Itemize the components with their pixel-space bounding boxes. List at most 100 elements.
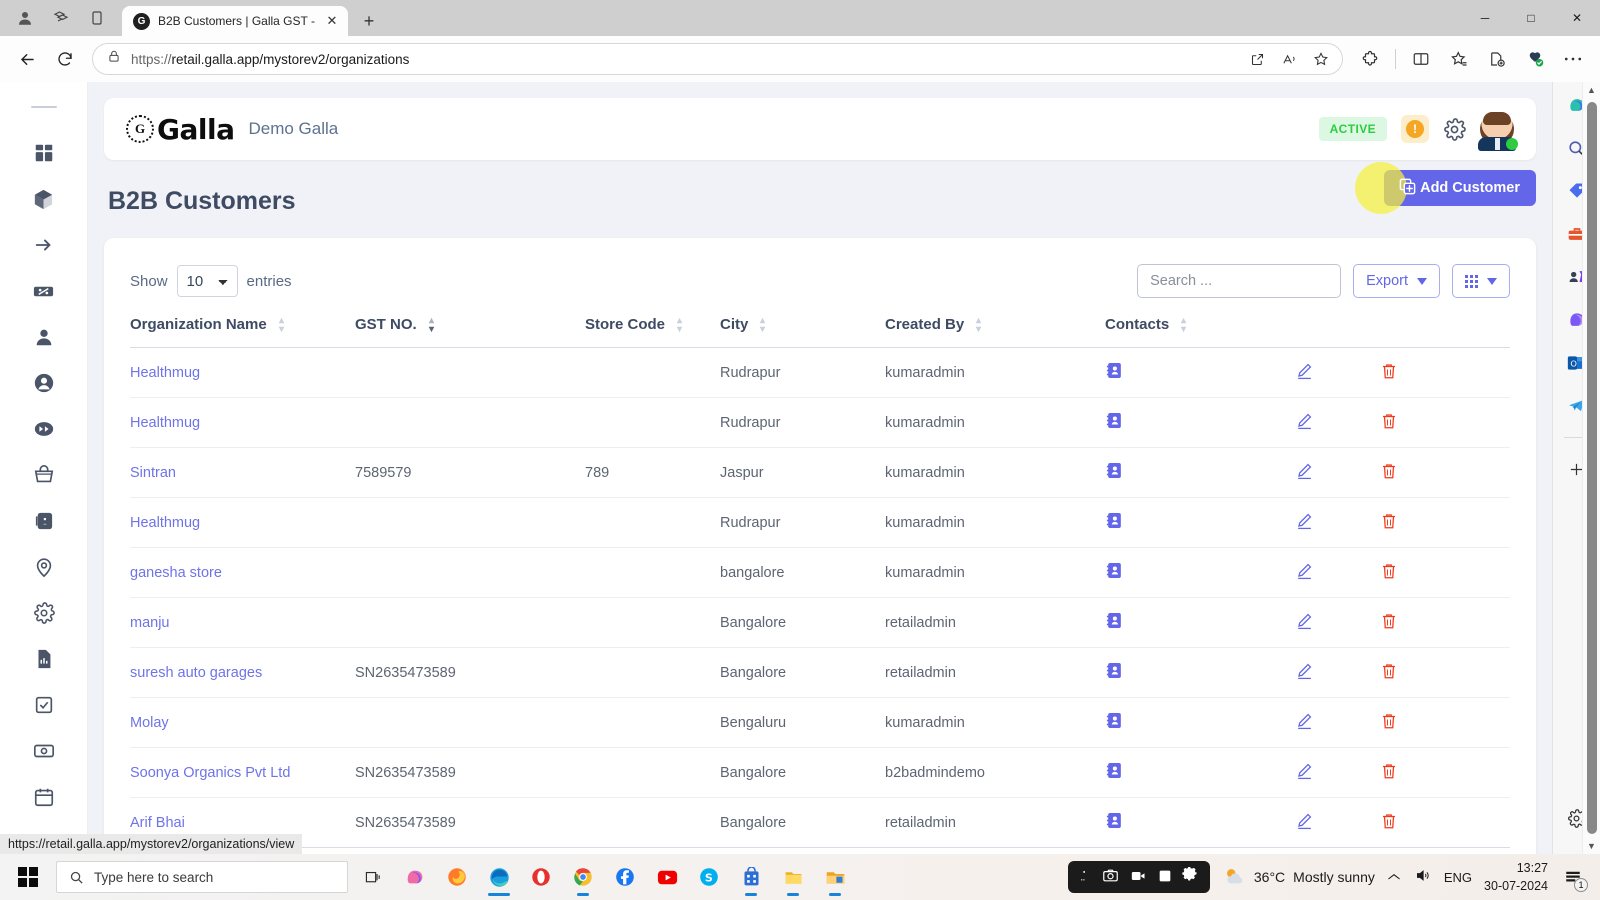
back-arrow-icon[interactable]	[10, 42, 44, 76]
edit-icon[interactable]	[1295, 411, 1314, 430]
delete-icon[interactable]	[1380, 612, 1398, 630]
delete-icon[interactable]	[1380, 812, 1398, 830]
column-visibility-button[interactable]	[1452, 264, 1510, 298]
contacts-icon[interactable]	[1105, 611, 1124, 630]
edit-icon[interactable]	[1295, 561, 1314, 580]
organization-link[interactable]: Healthmug	[130, 365, 200, 381]
sidebar-item-discounts[interactable]	[21, 268, 67, 314]
organization-link[interactable]: manju	[130, 615, 170, 631]
tab-actions-icon[interactable]	[86, 7, 108, 29]
user-avatar[interactable]	[1478, 112, 1518, 151]
export-button[interactable]: Export	[1353, 264, 1440, 298]
sidebar-item-settings[interactable]	[21, 590, 67, 636]
delete-icon[interactable]	[1380, 562, 1398, 580]
delete-icon[interactable]	[1380, 362, 1398, 380]
new-tab-button[interactable]: +	[354, 6, 384, 36]
search-input[interactable]	[1137, 264, 1342, 298]
store-icon[interactable]	[734, 857, 768, 897]
address-bar[interactable]: https://retail.galla.app/mystorev2/organ…	[92, 43, 1343, 75]
extensions-icon[interactable]	[1353, 42, 1387, 76]
organization-link[interactable]: Sintran	[130, 465, 176, 481]
delete-icon[interactable]	[1380, 412, 1398, 430]
delete-icon[interactable]	[1380, 512, 1398, 530]
capture-menu-icon[interactable]	[1079, 869, 1092, 886]
start-button[interactable]	[8, 857, 48, 897]
organization-link[interactable]: Healthmug	[130, 515, 200, 531]
reload-icon[interactable]	[48, 42, 82, 76]
open-in-app-icon[interactable]	[1242, 45, 1272, 73]
settings-icon[interactable]	[1182, 866, 1199, 887]
close-window-button[interactable]: ✕	[1554, 0, 1600, 36]
contacts-icon[interactable]	[1105, 361, 1124, 380]
delete-icon[interactable]	[1380, 662, 1398, 680]
sidebar-item-contacts[interactable]	[21, 498, 67, 544]
settings-gear-icon[interactable]	[1443, 117, 1466, 141]
taskbar-search[interactable]: Type here to search	[56, 861, 348, 893]
organization-link[interactable]: Healthmug	[130, 415, 200, 431]
alert-button[interactable]: !	[1401, 115, 1429, 143]
add-to-favorites-icon[interactable]	[1480, 42, 1514, 76]
task-view-icon[interactable]	[356, 857, 390, 897]
taskbar-clock[interactable]: 13:27 30-07-2024	[1484, 859, 1548, 895]
organization-link[interactable]: ganesha store	[130, 565, 222, 581]
split-screen-icon[interactable]	[1404, 42, 1438, 76]
file-explorer-icon[interactable]	[818, 857, 852, 897]
video-icon[interactable]	[1129, 868, 1148, 887]
favorite-star-icon[interactable]	[1306, 45, 1336, 73]
edit-icon[interactable]	[1295, 661, 1314, 680]
sidebar-item-transfer[interactable]	[21, 222, 67, 268]
contacts-icon[interactable]	[1105, 511, 1124, 530]
sidebar-item-locations[interactable]	[21, 544, 67, 590]
opera-icon[interactable]	[524, 857, 558, 897]
column-header-organization-name[interactable]: Organization Name	[130, 316, 355, 348]
contacts-icon[interactable]	[1105, 811, 1124, 830]
sidebar-item-products[interactable]	[21, 176, 67, 222]
edit-icon[interactable]	[1295, 761, 1314, 780]
folder-icon[interactable]	[776, 857, 810, 897]
column-header-contacts[interactable]: Contacts	[1105, 316, 1295, 348]
edit-icon[interactable]	[1295, 711, 1314, 730]
sidebar-item-fastforward[interactable]	[21, 406, 67, 452]
firefox-icon[interactable]	[440, 857, 474, 897]
shield-check-icon[interactable]	[1518, 42, 1552, 76]
sidebar-item-accounts[interactable]	[21, 360, 67, 406]
window-icon[interactable]	[1157, 868, 1173, 887]
facebook-icon[interactable]	[608, 857, 642, 897]
contacts-icon[interactable]	[1105, 461, 1124, 480]
sidebar-item-cashcard[interactable]	[21, 728, 67, 774]
column-header-created-by[interactable]: Created By	[885, 316, 1105, 348]
sidebar-item-tasks[interactable]	[21, 682, 67, 728]
page-scrollbar[interactable]: ▲ ▼	[1582, 82, 1600, 854]
column-header-store-code[interactable]: Store Code	[585, 316, 720, 348]
skype-icon[interactable]: S	[692, 857, 726, 897]
contacts-icon[interactable]	[1105, 661, 1124, 680]
column-header-gst-no[interactable]: GST NO.	[355, 316, 585, 348]
profile-icon[interactable]	[14, 7, 36, 29]
weather-widget[interactable]: 36°C Mostly sunny	[1222, 866, 1375, 888]
delete-icon[interactable]	[1380, 462, 1398, 480]
scrollbar-track[interactable]	[1583, 98, 1600, 838]
organization-link[interactable]: Molay	[130, 715, 169, 731]
add-customer-button[interactable]: Add Customer	[1355, 162, 1536, 214]
delete-icon[interactable]	[1380, 712, 1398, 730]
edit-icon[interactable]	[1295, 461, 1314, 480]
column-header-city[interactable]: City	[720, 316, 885, 348]
language-indicator[interactable]: ENG	[1444, 870, 1472, 885]
edit-icon[interactable]	[1295, 611, 1314, 630]
notifications-button[interactable]: 1	[1560, 864, 1588, 892]
contacts-icon[interactable]	[1105, 411, 1124, 430]
minimize-button[interactable]: ─	[1462, 0, 1508, 36]
scrollbar-thumb[interactable]	[1587, 102, 1597, 834]
organization-link[interactable]: Soonya Organics Pvt Ltd	[130, 765, 290, 781]
sidebar-collapse-handle[interactable]	[30, 106, 57, 108]
organization-link[interactable]: Arif Bhai	[130, 815, 185, 831]
read-aloud-icon[interactable]	[1274, 45, 1304, 73]
contacts-icon[interactable]	[1105, 711, 1124, 730]
more-options-icon[interactable]	[1556, 42, 1590, 76]
volume-icon[interactable]	[1414, 868, 1431, 886]
youtube-icon[interactable]	[650, 857, 684, 897]
scroll-up-icon[interactable]: ▲	[1587, 82, 1596, 98]
sidebar-item-orders[interactable]	[21, 452, 67, 498]
edit-icon[interactable]	[1295, 511, 1314, 530]
maximize-button[interactable]: □	[1508, 0, 1554, 36]
